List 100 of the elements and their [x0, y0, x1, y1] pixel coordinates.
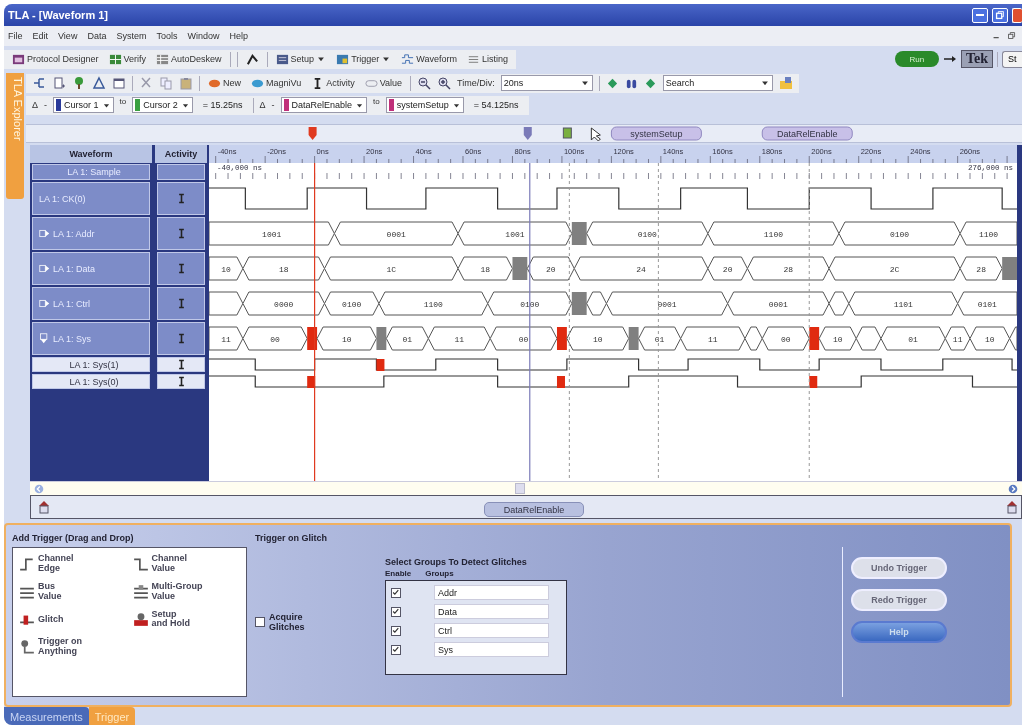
cursor-select[interactable]: systemSetup [385, 97, 464, 113]
menu-item[interactable]: Data [87, 31, 107, 41]
trigger-item[interactable]: Multi-Group Value [132, 581, 240, 602]
toolbar-button[interactable]: Verify [106, 50, 149, 68]
menu-item[interactable]: View [58, 31, 78, 41]
bus-value: 28 [976, 264, 986, 274]
toolbar-button[interactable]: Protocol Designer [10, 50, 101, 68]
toolbar-button[interactable]: Value [362, 74, 405, 92]
bus-value: 0101 [977, 299, 997, 309]
cursor-handle[interactable] [523, 127, 532, 140]
toolbar-button[interactable]: Waveform [399, 50, 459, 68]
cursor-select[interactable]: Cursor 1 [53, 97, 114, 113]
trigger-item[interactable]: Trigger on Anything [19, 637, 127, 658]
bus-value: 10 [832, 334, 843, 344]
checkbox[interactable] [391, 625, 401, 636]
checkmark-icon [392, 607, 400, 616]
bus-value: 18 [278, 264, 289, 274]
zoom-out-icon[interactable] [417, 76, 432, 90]
signal-label[interactable]: LA 1: Sys(0) [32, 374, 150, 389]
marker-label: DataRelEnable [777, 129, 838, 139]
checkbox-label: Acquire Glitches [269, 612, 305, 632]
toolbar-button[interactable]: Setup [273, 50, 329, 68]
bus-value: 1001 [505, 229, 525, 239]
checkbox[interactable] [255, 617, 265, 627]
triangle-icon[interactable] [92, 76, 106, 90]
restore-icon [994, 9, 1006, 21]
restore-icon[interactable] [1006, 30, 1018, 42]
toolbar-button[interactable]: Trigger [334, 50, 394, 68]
marker-flag[interactable] [610, 126, 702, 141]
trigger-item[interactable]: Channel Edge [19, 554, 127, 574]
window-icon[interactable] [112, 76, 126, 90]
trigger-item[interactable]: Glitch [19, 609, 127, 630]
tree-icon[interactable] [72, 76, 86, 90]
toolbar-button[interactable]: St [1002, 50, 1022, 68]
search-field[interactable]: Search [662, 75, 773, 91]
time-div-select[interactable]: 20ns [500, 75, 593, 91]
action-button[interactable]: Redo Trigger [851, 589, 947, 611]
window-title: TLA - [Waveform 1] [8, 9, 110, 21]
minus-sign: - [44, 100, 47, 110]
marker-handle-icon[interactable] [37, 500, 51, 514]
diamond-icon[interactable] [605, 76, 619, 90]
expand-icon[interactable] [39, 298, 50, 309]
trigger-item[interactable]: Setup and Hold [132, 609, 240, 630]
overview-bar[interactable]: DataRelEnable [30, 495, 1022, 519]
scroll-right-icon[interactable] [1007, 482, 1019, 495]
collapse-icon[interactable] [39, 333, 50, 344]
bus-value: 01 [908, 334, 918, 344]
close-button[interactable] [1012, 7, 1022, 23]
signal-label[interactable]: LA 1: Sys(1) [32, 357, 150, 372]
checkbox[interactable] [391, 644, 401, 655]
menu-item[interactable]: Tools [156, 31, 178, 41]
toolbar-button[interactable]: Listing [465, 50, 510, 68]
folder-icon[interactable] [778, 76, 793, 90]
bus-value: 1001 [262, 229, 282, 239]
bus-value: 1100 [423, 299, 443, 309]
marker-pin[interactable] [562, 127, 572, 139]
delta-readout: = 15.25ns [201, 99, 244, 112]
menu-item[interactable]: System [116, 31, 147, 41]
menu-item[interactable]: File [8, 31, 23, 41]
expand-icon[interactable] [39, 263, 50, 274]
section-title: Select Groups To Detect Glitches [385, 557, 528, 567]
document-icon[interactable] [52, 76, 66, 90]
marker-flag[interactable]: DataRelEnable [484, 502, 584, 517]
toolbar-button[interactable]: New [206, 74, 243, 92]
cursor-handle[interactable] [308, 127, 317, 140]
scrollbar[interactable] [30, 481, 1022, 495]
menu-item[interactable]: Edit [32, 31, 49, 41]
bus-value: 1100 [763, 229, 783, 239]
bus-value: 01 [402, 334, 413, 344]
column-header: Enable [385, 569, 412, 578]
field-label: Time/Div: [457, 78, 495, 88]
marker-handle-icon[interactable] [1005, 500, 1019, 514]
trigger-item[interactable]: Channel Value [132, 554, 240, 574]
tree-icon[interactable] [32, 76, 46, 90]
scroll-thumb[interactable] [515, 483, 525, 494]
action-button[interactable]: Undo Trigger [851, 557, 947, 579]
panel-icon [275, 52, 289, 66]
trigger-item[interactable]: Bus Value [19, 581, 127, 602]
marker-flag[interactable] [761, 126, 853, 141]
minimize-button[interactable] [972, 7, 988, 23]
checkbox[interactable] [391, 606, 401, 617]
checkbox[interactable] [391, 587, 401, 598]
toolbar-button[interactable]: AutoDeskew [154, 50, 224, 68]
cursor-select[interactable]: DataRelEnable [280, 97, 368, 113]
select-value: 20ns [503, 78, 524, 88]
bus-value: 0001 [768, 299, 788, 309]
diamond-icon[interactable] [643, 76, 657, 90]
bus-value: 1100 [978, 229, 999, 239]
zoom-in-icon[interactable] [437, 76, 452, 90]
expand-icon[interactable] [39, 228, 50, 239]
toolbar-button[interactable]: MagniVu [249, 74, 304, 92]
restore-button[interactable] [992, 7, 1008, 23]
tab[interactable]: Measurements [4, 707, 89, 725]
run-button[interactable]: Run [894, 51, 939, 67]
clipboard-icon[interactable] [179, 76, 193, 90]
cursor-select[interactable]: Cursor 2 [132, 97, 193, 113]
menu-item[interactable]: Window [187, 31, 220, 41]
menu-item[interactable]: Help [229, 31, 248, 41]
bus-value: 01 [654, 334, 665, 344]
toolbar-button[interactable]: Activity [309, 74, 357, 92]
